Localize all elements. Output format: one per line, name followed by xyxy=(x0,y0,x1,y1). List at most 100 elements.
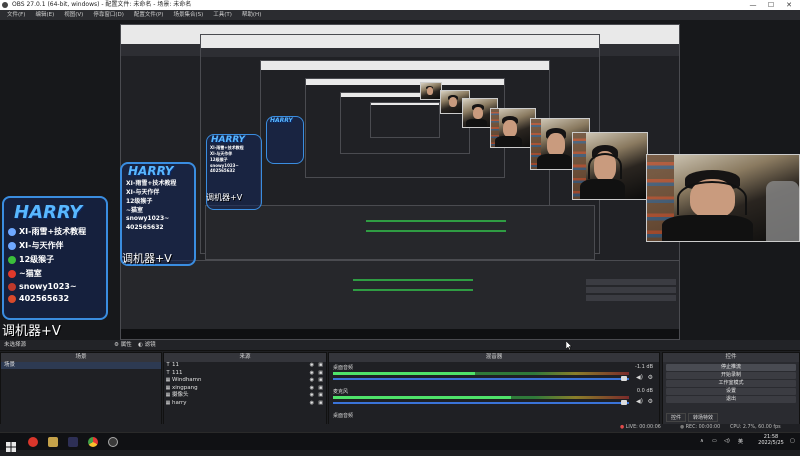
overlay-line: snowy1023~ xyxy=(4,279,106,291)
source-item[interactable]: ▦ Windhamn ◉ ▣ xyxy=(164,377,326,385)
qq-icon xyxy=(8,241,16,250)
start-recording-button[interactable]: 开始录制 xyxy=(666,372,796,379)
visibility-eye-icon[interactable]: ◉ xyxy=(310,392,314,400)
clock[interactable]: 21:58 2022/5/25 xyxy=(756,434,786,446)
channel-name: 桌面音频 xyxy=(333,413,354,419)
mute-speaker-icon[interactable]: ◀) xyxy=(636,374,643,381)
source-name: harry xyxy=(172,399,187,406)
menu-scene-collection[interactable]: 场景集合(S) xyxy=(168,10,208,20)
overlay-line: XI-雨雪+技术教程 xyxy=(4,223,106,237)
close-button[interactable]: ✕ xyxy=(780,0,798,10)
nested-docks xyxy=(120,260,680,340)
sources-header: 来源 xyxy=(164,353,326,362)
stop-streaming-button[interactable]: 停止推流 xyxy=(666,364,796,371)
lock-icon[interactable]: ▣ xyxy=(318,392,323,400)
volume-slider-knob[interactable] xyxy=(621,376,627,381)
scenes-list: 场景 xyxy=(1,362,161,426)
channel-settings-icon[interactable]: ⚙ xyxy=(648,398,653,405)
tab-transitions[interactable]: 转场特效 xyxy=(688,413,719,422)
menu-help[interactable]: 帮助(H) xyxy=(237,10,266,20)
lock-icon[interactable]: ▣ xyxy=(318,377,323,385)
settings-button[interactable]: 设置 xyxy=(666,388,796,395)
minimize-button[interactable]: — xyxy=(744,0,762,10)
obs-taskbar-icon[interactable] xyxy=(108,437,118,447)
tab-controls[interactable]: 控件 xyxy=(666,413,687,422)
properties-button[interactable]: ⚙ 属性 xyxy=(114,340,132,351)
webcam-feed xyxy=(646,154,800,242)
ime-icon[interactable]: 英 xyxy=(738,438,743,445)
visibility-eye-icon[interactable]: ◉ xyxy=(310,400,314,408)
menu-profile[interactable]: 配置文件(P) xyxy=(129,10,169,20)
overlay-panel: HARRY XI-雨雪+技术教程 XI-与天作伴 12级猴子 ~猫室 snowy… xyxy=(2,196,108,320)
webcam-feed-thumb xyxy=(572,132,648,200)
webcam-feed-thumb xyxy=(420,82,442,100)
mute-speaker-icon[interactable]: ◀) xyxy=(636,398,643,405)
weibo-app-icon[interactable] xyxy=(28,437,38,447)
network-icon[interactable]: ▭ xyxy=(712,438,717,444)
cpu-fps-readout: CPU: 2.7%, 60.00 fps xyxy=(730,425,781,430)
chrome-icon[interactable] xyxy=(88,437,98,447)
volume-slider-knob[interactable] xyxy=(621,400,627,405)
docks-area: 未选择源 ⚙ 属性 ◐ 滤镜 场景 场景 + − ∧ ∨ 来源 T11◉▣T11… xyxy=(0,340,800,436)
lock-icon[interactable]: ▣ xyxy=(318,370,323,378)
channel-db: 0.0 dB xyxy=(636,388,653,394)
overlay-caption: 调机器+V xyxy=(2,324,61,339)
no-source-label: 未选择源 xyxy=(4,342,27,348)
app-icon[interactable] xyxy=(68,437,78,447)
menu-edit[interactable]: 编辑(E) xyxy=(30,10,59,20)
menu-tools[interactable]: 工具(T) xyxy=(208,10,237,20)
windows-start-icon[interactable] xyxy=(6,437,16,452)
tray-chevron-icon[interactable]: ∧ xyxy=(700,438,704,444)
filters-button[interactable]: ◐ 滤镜 xyxy=(138,340,156,351)
volume-slider[interactable] xyxy=(333,402,629,404)
visibility-eye-icon[interactable]: ◉ xyxy=(310,362,314,370)
volume-icon[interactable]: ◁) xyxy=(724,438,730,444)
mixer-header: 混音器 xyxy=(329,353,659,362)
douyin-icon xyxy=(8,282,16,291)
menu-file[interactable]: 文件(F) xyxy=(2,10,30,20)
source-name: Windhamn xyxy=(172,377,202,384)
source-item[interactable]: T 11 ◉ ▣ xyxy=(164,362,326,370)
exit-button[interactable]: 退出 xyxy=(666,396,796,403)
notifications-icon[interactable]: ▢ xyxy=(790,438,795,444)
source-item[interactable]: ▦ harry ◉ ▣ xyxy=(164,400,326,408)
preview-canvas[interactable]: HARRY HARRY XI-雨雪+技术教程 XI-与天作伴 12级猴子 sno… xyxy=(0,20,800,340)
overlay-caption-thumb: 调机器+V xyxy=(206,193,243,202)
qq-icon xyxy=(8,227,16,236)
visibility-eye-icon[interactable]: ◉ xyxy=(310,370,314,378)
overlay-panel-thumb: HARRY xyxy=(266,116,304,164)
obs-app-icon xyxy=(2,2,8,8)
lock-icon[interactable]: ▣ xyxy=(318,385,323,393)
windows-taskbar: ∧ ▭ ◁) 英 21:58 2022/5/25 ▢ xyxy=(0,432,800,452)
channel-name: 麦克风 xyxy=(333,389,349,395)
controls-header: 控件 xyxy=(663,353,799,362)
weibo-icon xyxy=(8,269,16,278)
maximize-button[interactable]: ☐ xyxy=(762,0,780,10)
overlay-line: 402565632 xyxy=(4,291,106,303)
studio-mode-button[interactable]: 工作室模式 xyxy=(666,380,796,387)
source-type-icon: ▦ xyxy=(165,392,171,399)
source-type-icon: T xyxy=(166,369,170,376)
scenes-header: 场景 xyxy=(1,353,161,362)
source-type-icon: ▦ xyxy=(165,399,171,406)
menu-view[interactable]: 视图(V) xyxy=(59,10,88,20)
visibility-eye-icon[interactable]: ◉ xyxy=(310,385,314,393)
menu-bar: 文件(F) 编辑(E) 视图(V) 停靠窗口(D) 配置文件(P) 场景集合(S… xyxy=(0,10,800,20)
mixer-channel: 麦克风 0.0 dB ◀) ⚙ xyxy=(331,388,657,410)
source-item[interactable]: T 111 ◉ ▣ xyxy=(164,370,326,378)
rec-indicator: ● REC: 00:00:00 xyxy=(680,425,721,430)
overlay-title: HARRY xyxy=(14,202,83,223)
visibility-eye-icon[interactable]: ◉ xyxy=(310,377,314,385)
source-name: 摄像头 xyxy=(172,392,189,399)
app-icon[interactable] xyxy=(48,437,58,447)
source-type-icon: T xyxy=(166,362,170,368)
lock-icon[interactable]: ▣ xyxy=(318,362,323,370)
menu-docks[interactable]: 停靠窗口(D) xyxy=(88,10,129,20)
source-item[interactable]: ▦ 摄像头 ◉ ▣ xyxy=(164,392,326,400)
lock-icon[interactable]: ▣ xyxy=(318,400,323,408)
volume-slider[interactable] xyxy=(333,378,629,380)
scene-item[interactable]: 场景 xyxy=(1,362,161,369)
channel-settings-icon[interactable]: ⚙ xyxy=(648,374,653,381)
source-name: 11 xyxy=(172,362,179,368)
overlay-caption-thumb: 调机器+V xyxy=(122,252,172,265)
